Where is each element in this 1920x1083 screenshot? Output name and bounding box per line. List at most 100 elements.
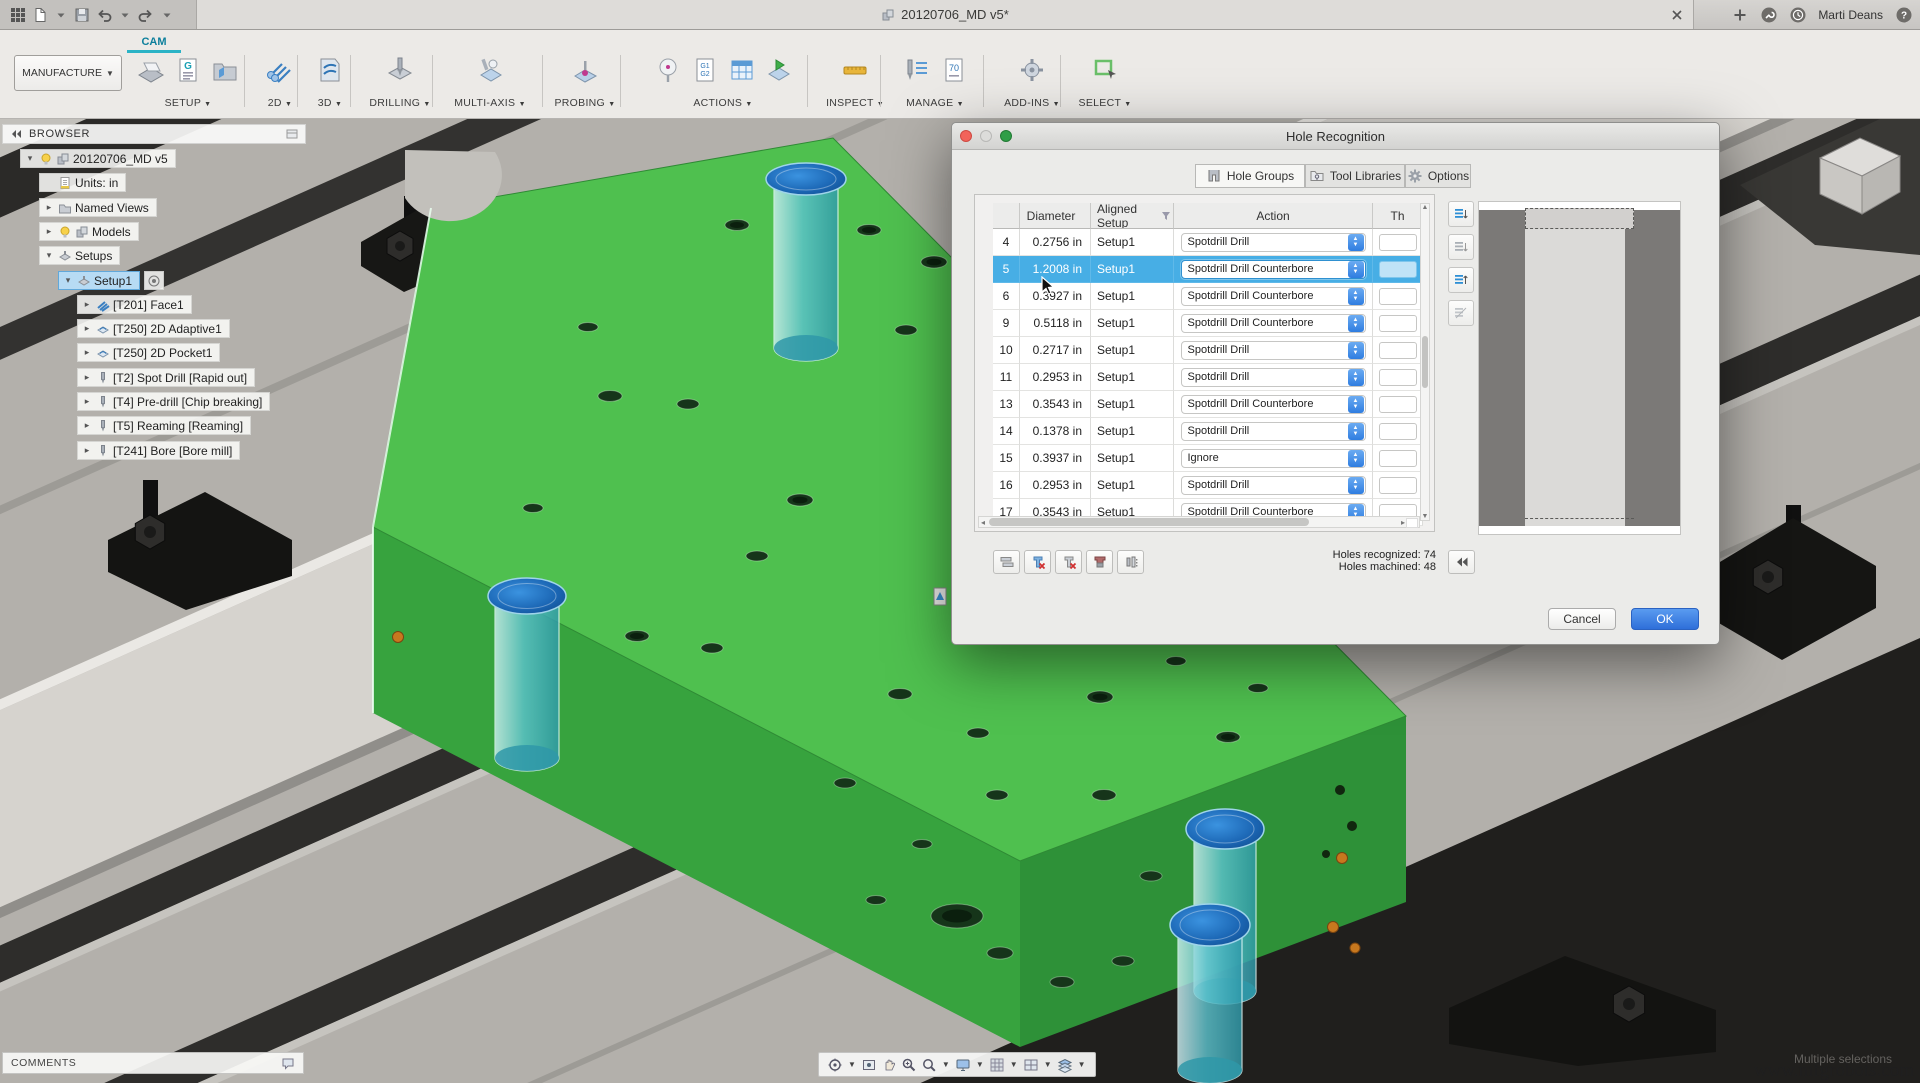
thread-field[interactable] xyxy=(1379,288,1417,305)
thread-field[interactable] xyxy=(1379,450,1417,467)
toolpath-icon[interactable] xyxy=(725,52,759,88)
select-stepper-icon[interactable]: ▲▼ xyxy=(1348,288,1364,305)
browser-menu-icon[interactable] xyxy=(285,127,299,141)
column-header-Aligned Setup[interactable]: Aligned Setup xyxy=(1091,203,1174,229)
comments-bar[interactable]: COMMENTS xyxy=(2,1052,304,1074)
ribbon-group-label[interactable]: SELECT ▼ xyxy=(1079,97,1132,109)
merge-holes-button[interactable] xyxy=(993,550,1020,574)
browser-item-setup1[interactable]: ▾Setup1 xyxy=(58,270,164,291)
select-stepper-icon[interactable]: ▲▼ xyxy=(1348,261,1364,278)
browser-item-named-views[interactable]: ▸Named Views xyxy=(39,197,157,218)
tree-down-arrow-icon[interactable]: ▾ xyxy=(43,250,55,261)
column-header-row-number[interactable] xyxy=(993,203,1020,229)
fit-caret-icon[interactable]: ▼ xyxy=(942,1060,950,1069)
job-status-icon[interactable] xyxy=(1760,6,1777,23)
file-icon[interactable] xyxy=(32,7,48,23)
post-library-icon[interactable]: 70 xyxy=(937,52,971,88)
browser-item--t250-2d-pocket1[interactable]: ▸[T250] 2D Pocket1 xyxy=(77,342,220,363)
tree-right-arrow-icon[interactable]: ▸ xyxy=(43,202,55,213)
tree-right-arrow-icon[interactable]: ▸ xyxy=(81,372,93,383)
hole-group-row-9[interactable]: 90.5118 inSetup1Spotdrill Drill Counterb… xyxy=(993,310,1423,337)
hole-group-row-15[interactable]: 150.3937 inSetup1Ignore▲▼ xyxy=(993,445,1423,472)
pan-icon[interactable] xyxy=(881,1057,897,1073)
thread-field[interactable] xyxy=(1379,369,1417,386)
collapse-preview-button[interactable] xyxy=(1448,550,1475,574)
ribbon-group-label[interactable]: ADD-INS ▼ xyxy=(1004,97,1060,109)
sort-list-blue2-button[interactable] xyxy=(1448,267,1474,293)
browser-item--t241-bore-bore-mill-[interactable]: ▸[T241] Bore [Bore mill] xyxy=(77,440,240,461)
holder-button[interactable] xyxy=(1086,550,1113,574)
close-window-icon[interactable] xyxy=(960,130,972,142)
new-setup-icon[interactable] xyxy=(134,52,168,88)
post-process-icon[interactable]: G xyxy=(171,52,205,88)
tree-right-arrow-icon[interactable]: ▸ xyxy=(81,420,93,431)
hole-group-row-16[interactable]: 160.2953 inSetup1Spotdrill Drill▲▼ xyxy=(993,472,1423,499)
tab-options[interactable]: Options xyxy=(1405,164,1471,188)
tab-tool-libraries[interactable]: Tool Libraries xyxy=(1305,164,1405,188)
action-select[interactable]: Spotdrill Drill Counterbore▲▼ xyxy=(1181,314,1366,333)
display-icon[interactable] xyxy=(955,1057,971,1073)
cancel-button[interactable]: Cancel xyxy=(1548,608,1616,630)
action-select[interactable]: Spotdrill Drill▲▼ xyxy=(1181,476,1366,495)
browser-item--t201-face1[interactable]: ▸[T201] Face1 xyxy=(77,294,192,315)
hole-group-row-11[interactable]: 110.2953 inSetup1Spotdrill Drill▲▼ xyxy=(993,364,1423,391)
action-select[interactable]: Spotdrill Drill▲▼ xyxy=(1181,422,1366,441)
column-header-Th[interactable]: Th xyxy=(1373,203,1423,229)
column-header-Action[interactable]: Action xyxy=(1174,203,1373,229)
action-select[interactable]: Spotdrill Drill▲▼ xyxy=(1181,341,1366,360)
hole-group-row-10[interactable]: 100.2717 inSetup1Spotdrill Drill▲▼ xyxy=(993,337,1423,364)
workspace-selector[interactable]: MANUFACTURE ▼ xyxy=(14,55,122,91)
redo-caret-icon[interactable] xyxy=(160,8,174,22)
browser-item-models[interactable]: ▸Models xyxy=(39,221,139,242)
hole-group-row-13[interactable]: 130.3543 inSetup1Spotdrill Drill Counter… xyxy=(993,391,1423,418)
thread-field[interactable] xyxy=(1379,396,1417,413)
browser-item--t4-pre-drill-chip-breaking-[interactable]: ▸[T4] Pre-drill [Chip breaking] xyxy=(77,391,270,412)
viewport-icon[interactable] xyxy=(1023,1057,1039,1073)
action-select[interactable]: Spotdrill Drill Counterbore▲▼ xyxy=(1181,287,1366,306)
grid-icon[interactable] xyxy=(989,1057,1005,1073)
tree-down-arrow-icon[interactable]: ▾ xyxy=(62,275,74,286)
fit-drill-button[interactable] xyxy=(1117,550,1144,574)
action-select[interactable]: Spotdrill Drill Counterbore▲▼ xyxy=(1181,395,1366,414)
browser-item--t5-reaming-reaming-[interactable]: ▸[T5] Reaming [Reaming] xyxy=(77,415,251,436)
document-tab[interactable]: 20120706_MD v5* xyxy=(196,0,1694,29)
select-stepper-icon[interactable]: ▲▼ xyxy=(1348,315,1364,332)
browser-item-units-in[interactable]: Units: in xyxy=(39,172,126,193)
hole-group-row-4[interactable]: 40.2756 inSetup1Spotdrill Drill▲▼ xyxy=(993,229,1423,256)
help-icon[interactable]: ? xyxy=(1895,6,1912,23)
drilling-icon[interactable] xyxy=(383,52,417,88)
probing-icon[interactable] xyxy=(568,52,602,88)
browser-item--t2-spot-drill-rapid-out-[interactable]: ▸[T2] Spot Drill [Rapid out] xyxy=(77,367,255,388)
select-stepper-icon[interactable]: ▲▼ xyxy=(1348,396,1364,413)
browser-item--t250-2d-adaptive1[interactable]: ▸[T250] 2D Adaptive1 xyxy=(77,318,230,339)
recent-icon[interactable] xyxy=(1789,6,1806,23)
ribbon-group-label[interactable]: DRILLING ▼ xyxy=(369,97,430,109)
ribbon-group-label[interactable]: 3D ▼ xyxy=(318,97,342,109)
fit-icon[interactable] xyxy=(921,1057,937,1073)
collapse-browser-icon[interactable] xyxy=(9,127,23,141)
simulate-icon[interactable] xyxy=(762,52,796,88)
browser-header[interactable]: BROWSER xyxy=(2,124,306,144)
minimize-window-icon[interactable] xyxy=(980,130,992,142)
thread-field[interactable] xyxy=(1379,234,1417,251)
tree-right-arrow-icon[interactable]: ▸ xyxy=(43,226,55,237)
display-caret-icon[interactable]: ▼ xyxy=(976,1060,984,1069)
multi-axis-icon[interactable] xyxy=(473,52,507,88)
look-at-icon[interactable] xyxy=(861,1057,877,1073)
table-horizontal-scrollbar[interactable]: ◂ ▸ xyxy=(978,516,1420,528)
browser-item-20120706-md-v5[interactable]: ▾20120706_MD v5 xyxy=(20,148,176,169)
tab-hole-groups[interactable]: Hole Groups xyxy=(1195,164,1305,188)
orbit-caret-icon[interactable]: ▼ xyxy=(848,1060,856,1069)
select-stepper-icon[interactable]: ▲▼ xyxy=(1348,477,1364,494)
app-grid-icon[interactable] xyxy=(10,7,26,23)
redo-icon[interactable] xyxy=(138,7,154,23)
tree-right-arrow-icon[interactable]: ▸ xyxy=(81,347,93,358)
setup-folder-icon[interactable] xyxy=(208,52,242,88)
view-cube[interactable] xyxy=(1800,128,1915,223)
thread-field[interactable] xyxy=(1379,315,1417,332)
action-select[interactable]: Ignore▲▼ xyxy=(1181,449,1366,468)
select-stepper-icon[interactable]: ▲▼ xyxy=(1348,423,1364,440)
milling-2d-icon[interactable] xyxy=(263,52,297,88)
ribbon-group-label[interactable]: PROBING ▼ xyxy=(555,97,616,109)
hole-group-row-14[interactable]: 140.1378 inSetup1Spotdrill Drill▲▼ xyxy=(993,418,1423,445)
